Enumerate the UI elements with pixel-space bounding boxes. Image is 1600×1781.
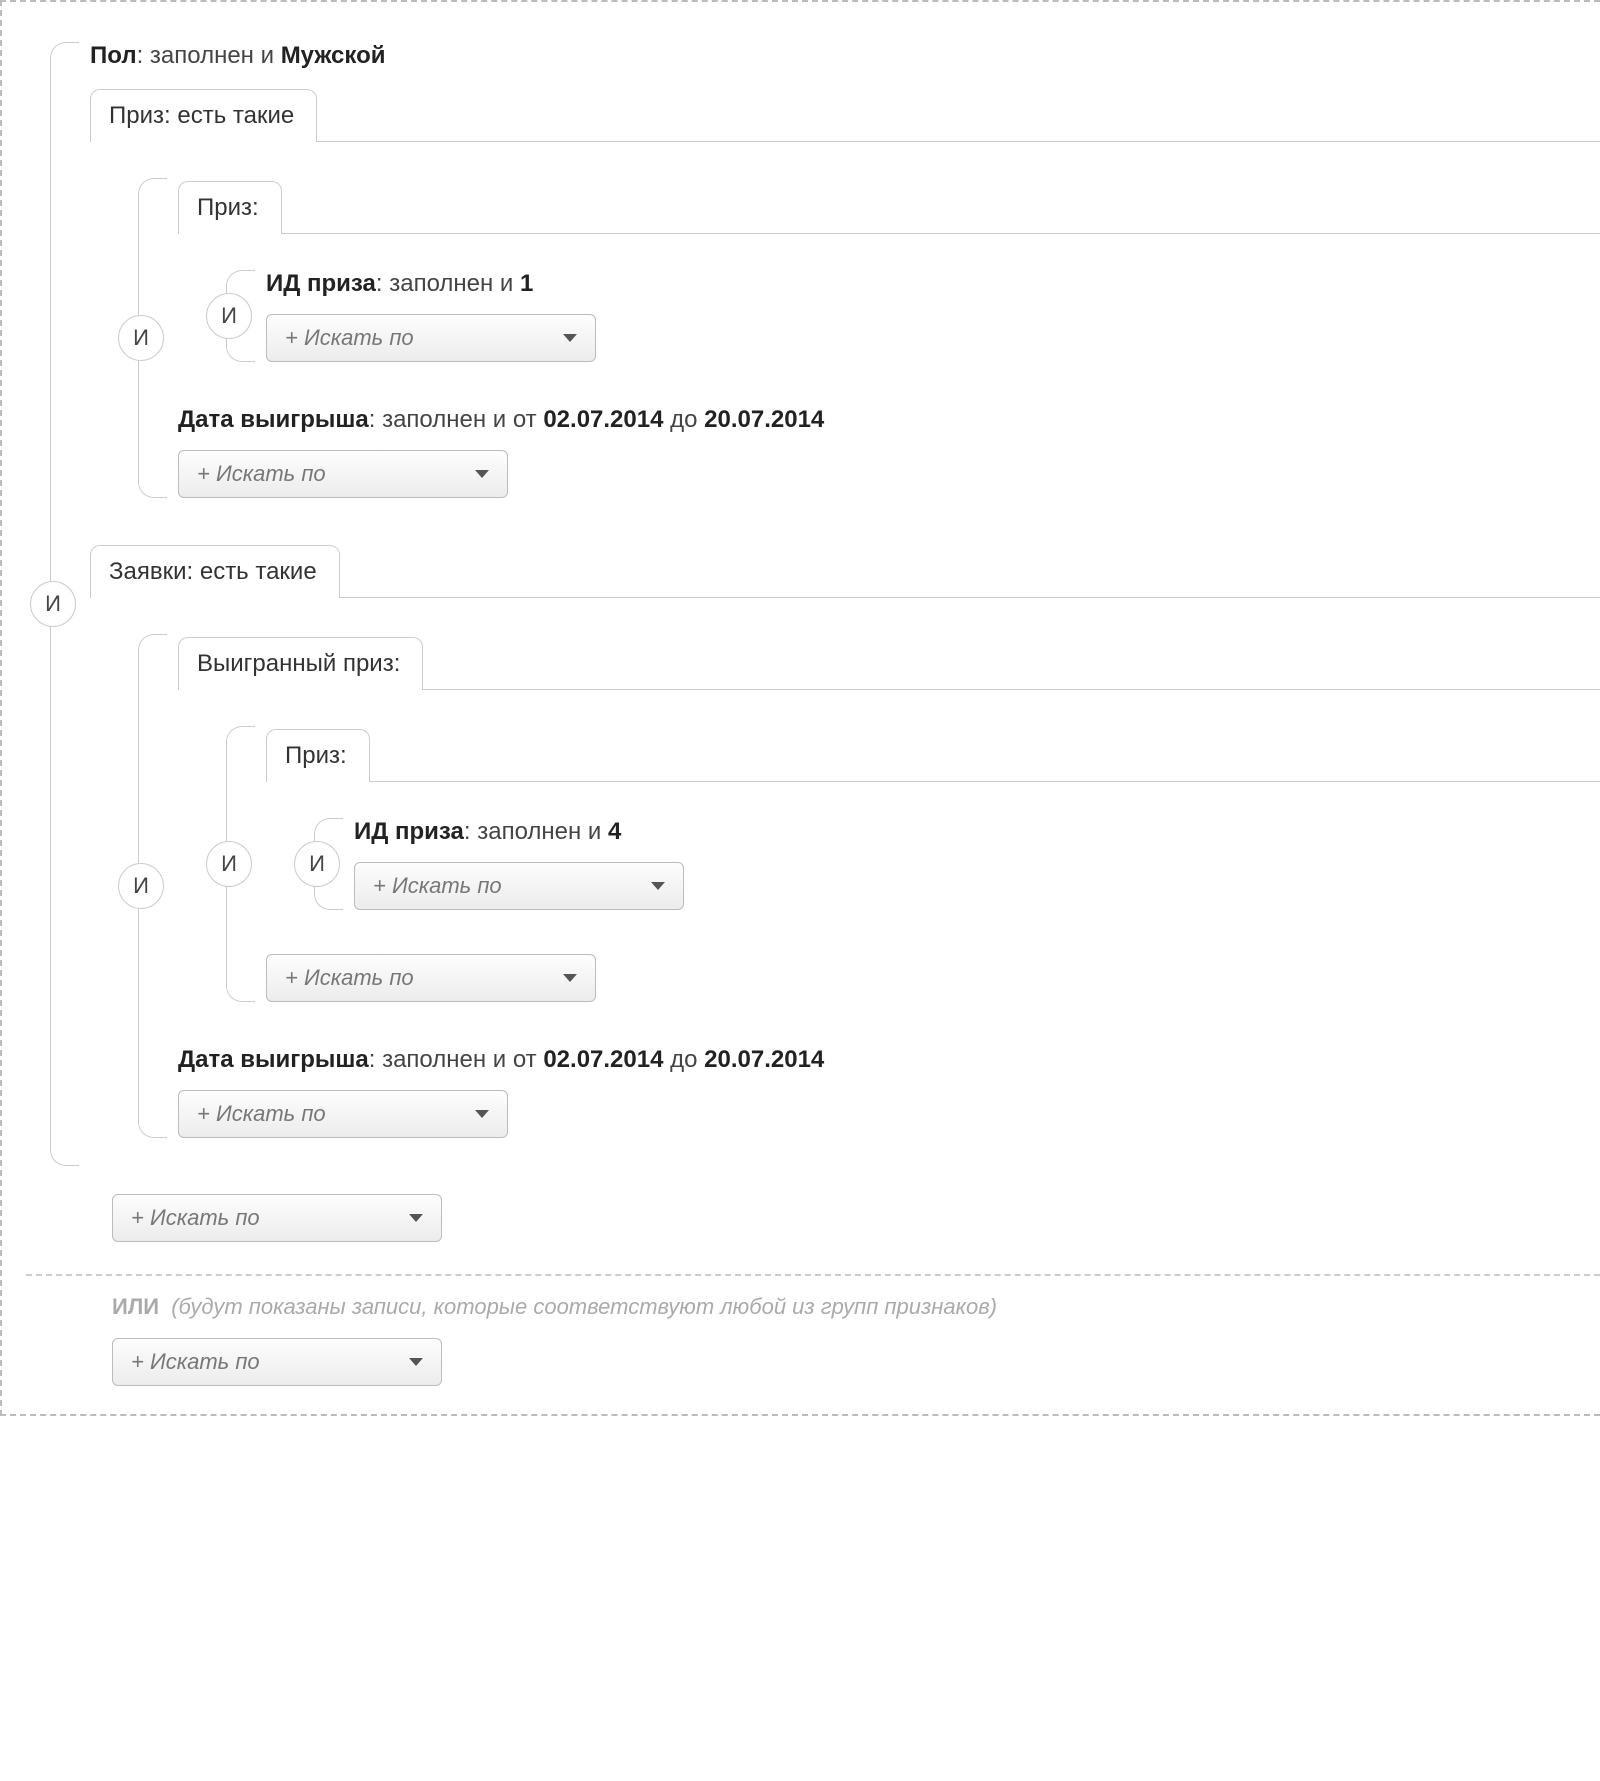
chevron-down-icon [475,1110,489,1118]
wonprize-header[interactable]: Выигранный приз: [178,637,423,690]
chevron-down-icon [409,1358,423,1366]
id-prize-text: заполнен и [389,270,520,297]
prize-sub-header[interactable]: Приз: [178,181,282,234]
requests-block: Заявки: есть такие И Выигранный приз: И [90,544,1600,1174]
sep: : [376,270,389,297]
windate-text: заполнен и от [382,1046,543,1073]
prize-sub-block-2: Приз: И ИД приза: заполнен и 4 [266,728,1600,946]
chevron-down-icon [475,470,489,478]
windate-label: Дата выигрыша [178,1046,369,1073]
requests-text: есть такие [200,558,317,585]
condition-id-prize-1[interactable]: ИД приза: заполнен и 1 [266,262,1600,306]
prize-sub-label: Приз [285,742,340,769]
prize-text: есть такие [177,102,294,129]
sep: : [164,102,177,129]
and-badge[interactable]: И [118,315,164,361]
group-prize-id: И ИД приза: заполнен и 1 + Искать по [178,250,1600,382]
condition-id-prize-2[interactable]: ИД приза: заполнен и 4 [354,810,1600,854]
gender-label: Пол [90,42,137,69]
and-badge[interactable]: И [206,293,252,339]
search-by-label: + Искать по [285,325,414,351]
search-by-label: + Искать по [285,965,414,991]
id-prize-val: 1 [520,270,533,297]
search-by-button[interactable]: + Искать по [112,1338,442,1386]
group-prize-id-2: И ИД приза: заполнен и 4 + Искать по [266,798,1600,930]
prize-sub-body: И ИД приза: заполнен и 1 + Искать по [178,233,1600,398]
windate-mid: до [663,1046,704,1073]
and-badge[interactable]: И [118,863,164,909]
chevron-down-icon [651,882,665,890]
and-badge[interactable]: И [206,841,252,887]
sep: : [369,406,382,433]
windate-from: 02.07.2014 [543,406,663,433]
sep: : [252,194,259,221]
group-requests-inner: И Выигранный приз: И [90,614,1600,1158]
requests-label: Заявки [109,558,187,585]
id-prize-label: ИД приза [354,818,464,845]
gender-text: заполнен и [150,42,281,69]
sep: : [340,742,347,769]
or-label: ИЛИ [112,1294,159,1319]
prize-sub-body-2: И ИД приза: заполнен и 4 + Искать по [266,781,1600,946]
id-prize-text: заполнен и [477,818,608,845]
search-by-button[interactable]: + Искать по [178,450,508,498]
prize-tab-header[interactable]: Приз: есть такие [90,89,317,142]
sep: : [187,558,200,585]
id-prize-label: ИД приза [266,270,376,297]
windate-mid: до [663,406,704,433]
sep: : [369,1046,382,1073]
group-wonprize-inner: И Приз: И [178,706,1600,1022]
windate-to: 20.07.2014 [704,406,824,433]
condition-windate-2[interactable]: Дата выигрыша: заполнен и от 02.07.2014 … [178,1038,1600,1082]
requests-tab-body: И Выигранный приз: И [90,597,1600,1174]
id-prize-val: 4 [608,818,621,845]
condition-gender[interactable]: Пол: заполнен и Мужской [90,34,1600,78]
filter-panel: И Пол: заполнен и Мужской Приз: есть так… [0,0,1600,1416]
search-by-label: + Искать по [197,461,326,487]
sep: : [394,650,401,677]
wonprize-label: Выигранный приз [197,650,394,677]
search-by-label: + Искать по [373,873,502,899]
prize-label: Приз [109,102,164,129]
search-by-button[interactable]: + Искать по [266,954,596,1002]
prize-tab-body: И Приз: И ИД приза: заполнен и 1 [90,141,1600,534]
windate-from: 02.07.2014 [543,1046,663,1073]
condition-windate-1[interactable]: Дата выигрыша: заполнен и от 02.07.2014 … [178,398,1600,442]
group-prize-inner: И Приз: И ИД приза: заполнен и 1 [90,158,1600,518]
wonprize-body: И Приз: И [178,689,1600,1038]
search-by-button[interactable]: + Искать по [112,1194,442,1242]
prize-sub-header-2[interactable]: Приз: [266,729,370,782]
and-badge[interactable]: И [30,581,76,627]
sep: : [464,818,477,845]
sep: : [137,42,150,69]
search-by-button[interactable]: + Искать по [266,314,596,362]
search-by-label: + Искать по [131,1205,260,1231]
chevron-down-icon [563,974,577,982]
or-hint-line: ИЛИ (будут показаны записи, которые соот… [112,1294,1600,1320]
prize-sub-block: Приз: И ИД приза: заполнен и 1 + Искать … [178,180,1600,398]
prize-block: Приз: есть такие И Приз: И [90,88,1600,534]
windate-label: Дата выигрыша [178,406,369,433]
root-trailing-area: + Искать по [112,1186,1600,1250]
group-root: И Пол: заполнен и Мужской Приз: есть так… [2,22,1600,1186]
and-badge[interactable]: И [294,841,340,887]
chevron-down-icon [409,1214,423,1222]
search-by-label: + Искать по [197,1101,326,1127]
chevron-down-icon [563,334,577,342]
divider-dashed [26,1274,1600,1276]
windate-to: 20.07.2014 [704,1046,824,1073]
search-by-button[interactable]: + Искать по [354,862,684,910]
wonprize-block: Выигранный приз: И Приз: [178,636,1600,1038]
search-by-button[interactable]: + Искать по [178,1090,508,1138]
search-by-label: + Искать по [131,1349,260,1375]
windate-text: заполнен и от [382,406,543,433]
prize-sub-label: Приз [197,194,252,221]
requests-tab-header[interactable]: Заявки: есть такие [90,545,340,598]
or-hint-text: (будут показаны записи, которые соответс… [171,1294,997,1319]
or-trailing-area: + Искать по [112,1330,1600,1394]
gender-value: Мужской [281,42,386,69]
